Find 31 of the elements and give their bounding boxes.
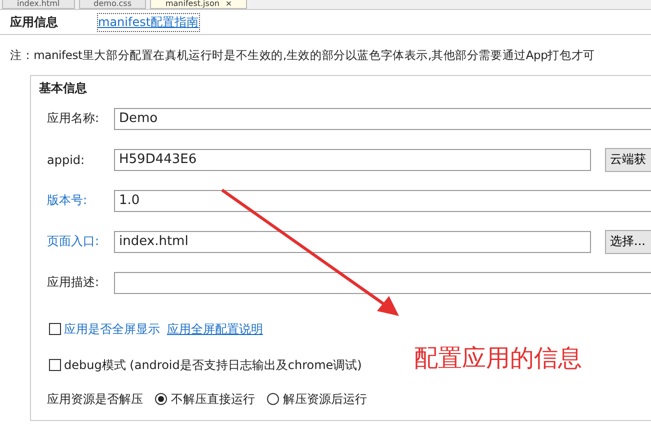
radio-label: 不解压直接运行 [171,390,255,408]
radio-label: 解压资源后运行 [283,390,367,408]
text-field[interactable]: 1.0 [114,190,651,212]
editor-tab[interactable]: index.html [2,0,75,9]
checkbox-label: 应用是否全屏显示 [64,320,160,338]
editor-tab[interactable]: demo.css [78,0,146,9]
note-text: 注：manifest里大部分配置在真机运行时是不生效的,生效的部分以蓝色字体表示,其他部分需要通过App打包才可 [9,47,596,63]
text-field[interactable]: H59D443E6 [114,148,591,170]
radio-button[interactable] [267,393,279,405]
radio-button[interactable] [155,393,167,405]
field-label: 页面入口: [47,233,100,250]
field-label: 应用描述: [47,274,100,291]
action-button[interactable]: 云端获 [605,148,651,172]
text-field[interactable]: index.html [114,230,591,252]
close-icon[interactable]: × [225,0,232,8]
field-label: 应用名称: [47,110,100,127]
help-link[interactable]: 应用全屏配置说明 [167,320,263,338]
annotation-text: 配置应用的信息 [414,343,582,374]
checkbox-label: debug模式 (android是否支持日志输出及chrome调试) [64,356,362,374]
section-title: 应用信息 [10,14,58,30]
text-field[interactable]: Demo [114,108,651,130]
checkbox[interactable] [49,323,61,335]
field-label: 版本号: [47,192,88,209]
editor-tab[interactable]: manifest.json × [150,0,248,9]
action-button[interactable]: 选择... [605,230,651,254]
group-title: 基本信息 [39,80,88,97]
field-label: appid: [47,152,86,166]
guide-link[interactable]: manifest配置指南 [98,14,199,30]
checkbox[interactable] [49,359,61,371]
text-field[interactable] [114,272,651,294]
radio-group-label: 应用资源是否解压 [47,390,143,408]
